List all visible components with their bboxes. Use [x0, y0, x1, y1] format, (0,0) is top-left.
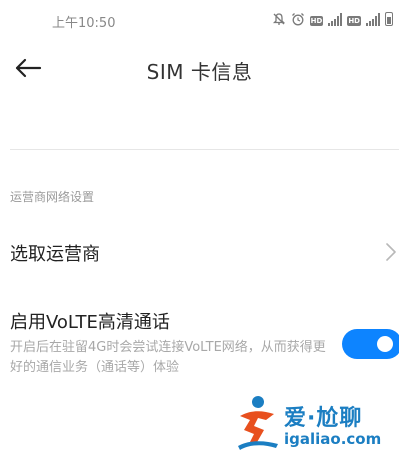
alarm-icon	[291, 12, 305, 26]
battery-icon	[385, 12, 393, 26]
watermark-brand: 爱·尬聊	[284, 406, 363, 431]
section-title: 运营商网络设置	[10, 190, 95, 204]
app-header: SIM 卡信息	[0, 40, 399, 96]
watermark-domain: igaliao.com	[284, 430, 382, 448]
select-carrier-row[interactable]: 选取运营商	[0, 226, 399, 278]
volte-row: 启用VoLTE高清通话 开启后在驻留4G时会尝试连接VoLTE网络，从而获得更好…	[0, 302, 399, 382]
select-carrier-label: 选取运营商	[10, 244, 100, 265]
status-time: 上午10:50	[52, 16, 116, 31]
mute-icon	[272, 12, 286, 26]
chevron-right-icon	[385, 242, 397, 266]
runner-logo-icon	[238, 396, 278, 450]
volte-title: 启用VoLTE高清通话	[10, 312, 170, 333]
status-icons: HD HD	[272, 12, 393, 26]
toggle-knob	[377, 336, 393, 352]
status-bar: 上午10:50 HD HD	[0, 0, 399, 40]
signal-icon	[366, 12, 380, 26]
volte-toggle[interactable]	[342, 329, 399, 359]
volte-description: 开启后在驻留4G时会尝试连接VoLTE网络，从而获得更好的通信业务（通话等）体验	[10, 340, 326, 375]
page-title: SIM 卡信息	[146, 60, 253, 84]
divider	[10, 149, 399, 150]
signal-icon	[328, 12, 343, 26]
hd-icon: HD	[309, 16, 324, 26]
watermark: 爱·尬聊 igaliao.com	[232, 390, 399, 459]
hd-icon: HD	[347, 16, 361, 26]
